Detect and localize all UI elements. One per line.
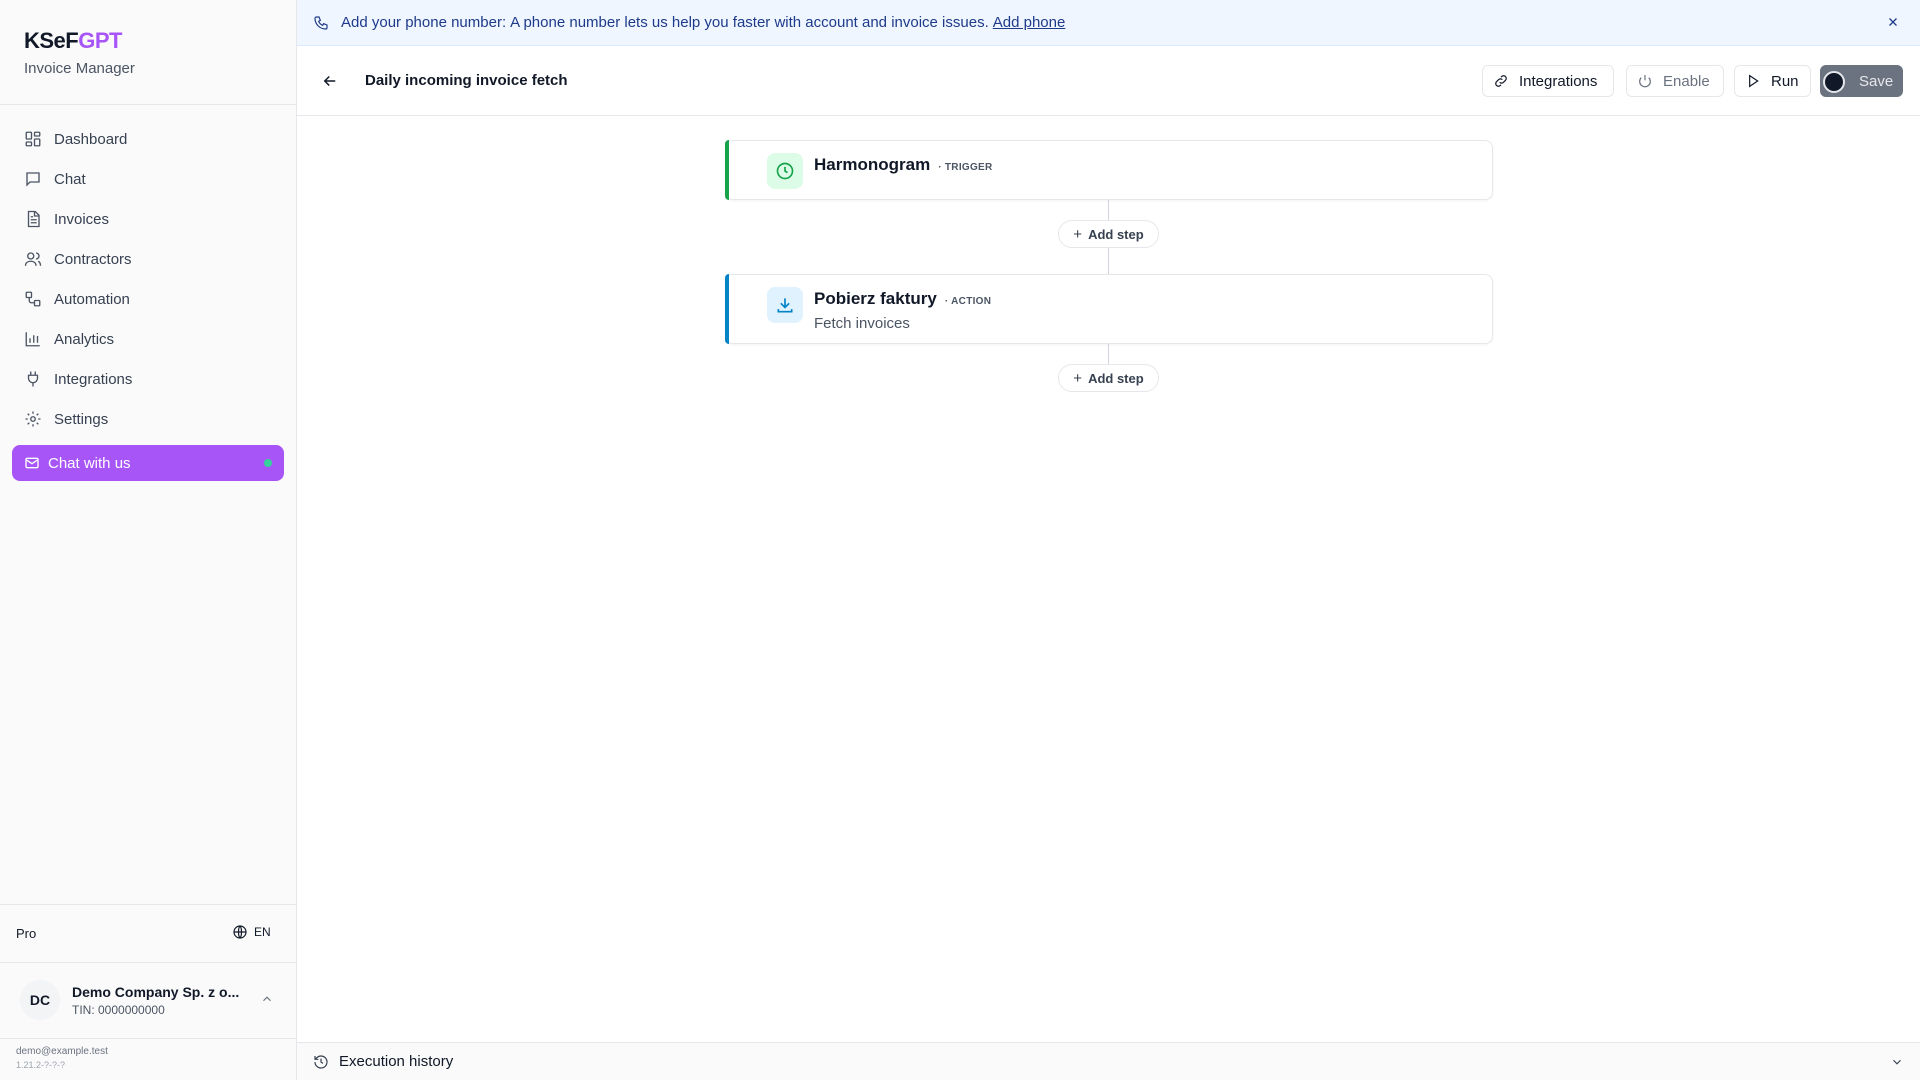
invoice-icon	[27, 210, 40, 228]
connector-line	[1108, 248, 1109, 274]
banner-message: A phone number lets us help you faster w…	[510, 14, 989, 31]
workflow-icon	[25, 291, 41, 307]
users-icon	[24, 252, 42, 266]
save-button[interactable]: Save	[1820, 65, 1903, 97]
sidebar-item-dashboard[interactable]: Dashboard	[12, 119, 284, 159]
globe-icon	[233, 925, 247, 939]
sidebar-item-automation[interactable]: Automation	[12, 279, 284, 319]
banner-label: Add your phone number:	[341, 14, 507, 31]
execution-history-bar[interactable]: Execution history	[297, 1042, 1920, 1080]
company-info: Demo Company Sp. z o... TIN: 0000000000	[72, 984, 252, 1017]
plus-icon: +	[1073, 369, 1083, 387]
integrations-button-label: Integrations	[1519, 72, 1598, 90]
sidebar-nav: Dashboard Chat Invoices Contractors Auto…	[12, 119, 284, 439]
workflow-header: Daily incoming invoice fetch Integration…	[297, 46, 1920, 116]
node-icon-box	[767, 153, 803, 189]
node-type-badge: · TRIGGER	[938, 162, 993, 173]
sidebar-item-label: Contractors	[54, 250, 132, 268]
sidebar-item-label: Settings	[54, 410, 109, 428]
node-accent-bar	[725, 140, 729, 200]
workflow-canvas: Harmonogram · TRIGGER + Add step Pobierz…	[297, 116, 1920, 1042]
node-accent-bar	[725, 274, 729, 344]
sidebar-item-settings[interactable]: Settings	[12, 399, 284, 439]
back-arrow-icon[interactable]	[321, 72, 339, 90]
chevron-up-icon	[263, 996, 271, 1002]
history-icon	[314, 1054, 328, 1069]
run-button-label: Run	[1771, 72, 1799, 90]
node-title: Pobierz faktury · ACTION	[814, 289, 991, 309]
language-selector[interactable]: EN	[232, 924, 271, 940]
plan-label: Pro	[16, 926, 37, 941]
chat-with-us-button[interactable]: Chat with us	[12, 445, 284, 481]
add-phone-link[interactable]: Add phone	[993, 14, 1066, 31]
divider	[0, 904, 297, 905]
phone-icon	[314, 15, 328, 30]
node-title: Harmonogram · TRIGGER	[814, 155, 993, 175]
divider	[0, 962, 297, 963]
company-switcher[interactable]: DC Demo Company Sp. z o... TIN: 00000000…	[8, 970, 288, 1030]
brand-name-part-1: KSeF	[24, 28, 79, 53]
avatar: DC	[20, 980, 60, 1020]
toggle-knob	[1823, 71, 1845, 93]
page-title: Daily incoming invoice fetch	[365, 72, 568, 89]
gear-icon	[25, 411, 41, 427]
chevron-down-icon	[1893, 1059, 1901, 1065]
brand-subtitle: Invoice Manager	[24, 60, 135, 77]
brand-name-part-2: GPT	[78, 28, 122, 53]
trigger-title: Harmonogram	[814, 155, 931, 174]
add-step-label: Add step	[1088, 370, 1144, 386]
integrations-button[interactable]: Integrations	[1482, 65, 1614, 97]
sidebar-item-label: Integrations	[54, 370, 133, 388]
sidebar-item-label: Dashboard	[54, 130, 128, 148]
brand: KSeFGPT Invoice Manager	[24, 28, 135, 77]
sidebar-item-contractors[interactable]: Contractors	[12, 239, 284, 279]
node-description: Fetch invoices	[814, 315, 910, 332]
link-icon	[1495, 75, 1507, 87]
company-name: Demo Company Sp. z o...	[72, 983, 240, 1000]
plug-icon	[27, 371, 39, 387]
add-step-button[interactable]: + Add step	[1058, 220, 1159, 248]
sidebar-item-invoices[interactable]: Invoices	[12, 199, 284, 239]
run-button[interactable]: Run	[1734, 65, 1811, 97]
node-type-badge: · ACTION	[944, 296, 992, 307]
sidebar-item-label: Analytics	[54, 330, 115, 348]
sidebar-item-label: Invoices	[54, 210, 110, 228]
user-email: demo@example.test	[16, 1046, 108, 1057]
mail-icon	[25, 457, 39, 469]
add-step-label: Add step	[1088, 226, 1144, 242]
divider	[0, 104, 297, 105]
plus-icon: +	[1073, 225, 1083, 243]
sidebar: KSeFGPT Invoice Manager Dashboard Chat I…	[0, 0, 297, 1080]
execution-history-label: Execution history	[339, 1053, 454, 1070]
download-icon	[777, 298, 793, 313]
sidebar-item-chat[interactable]: Chat	[12, 159, 284, 199]
enable-button[interactable]: Enable	[1626, 65, 1724, 97]
chat-with-us-label: Chat with us	[48, 454, 131, 472]
sidebar-item-analytics[interactable]: Analytics	[12, 319, 284, 359]
dashboard-icon	[25, 131, 41, 147]
company-tin: TIN: 0000000000	[72, 1002, 165, 1017]
brand-logo[interactable]: KSeFGPT	[24, 28, 135, 54]
add-step-button[interactable]: + Add step	[1058, 364, 1159, 392]
divider	[0, 1038, 297, 1039]
sidebar-item-label: Chat	[54, 170, 86, 188]
chat-icon	[26, 172, 40, 187]
online-status-dot	[264, 459, 272, 467]
language-code: EN	[254, 925, 271, 939]
action-node[interactable]: Pobierz faktury · ACTION Fetch invoices	[725, 274, 1493, 344]
action-title: Pobierz faktury	[814, 289, 937, 308]
play-icon	[1749, 74, 1759, 88]
sidebar-item-label: Automation	[54, 290, 130, 308]
phone-banner: Add your phone number: A phone number le…	[297, 0, 1920, 46]
clock-icon	[776, 162, 794, 180]
enable-button-label: Enable	[1663, 72, 1710, 90]
bar-chart-icon	[25, 332, 40, 347]
power-icon	[1639, 75, 1651, 88]
sidebar-item-integrations[interactable]: Integrations	[12, 359, 284, 399]
trigger-node[interactable]: Harmonogram · TRIGGER	[725, 140, 1493, 200]
close-icon[interactable]	[1886, 15, 1900, 29]
app-version: 1.21.2-?-?-?	[16, 1060, 66, 1070]
save-button-label: Save	[1859, 72, 1894, 90]
node-icon-box	[767, 287, 803, 323]
